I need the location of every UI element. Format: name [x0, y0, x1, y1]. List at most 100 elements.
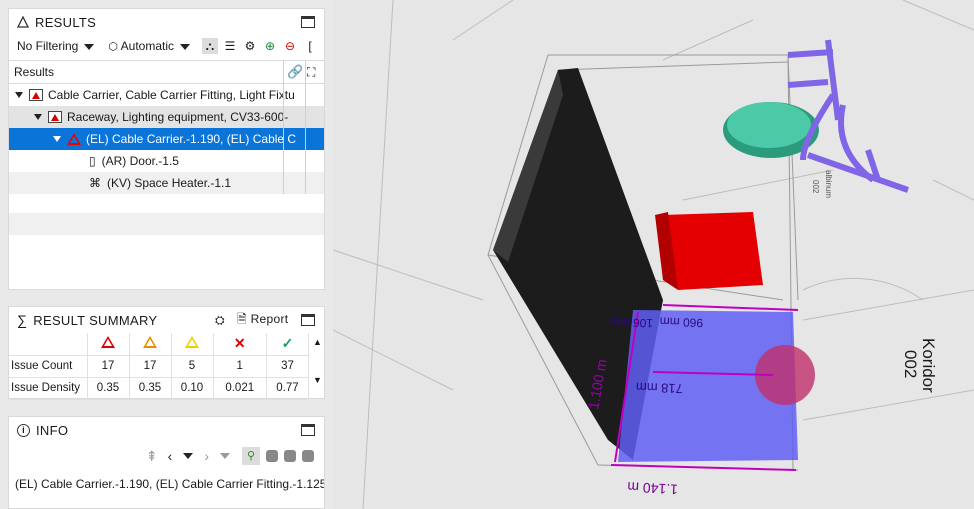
filter-label: No Filtering [17, 39, 79, 53]
filter-dropdown[interactable]: No Filtering [17, 39, 95, 53]
list-item-label: (KV) Space Heater.-1.1 [107, 176, 232, 190]
cube-icon: ⬡ [108, 41, 118, 53]
dim-inner-label: 718 mm [636, 380, 683, 397]
mode-dropdown[interactable]: ⬡ Automatic [108, 39, 190, 53]
heater-icon: ⌘ [89, 176, 101, 190]
summary-title: RESULT SUMMARY [33, 312, 158, 328]
issue-group-icon [48, 111, 62, 123]
expand-icon[interactable] [34, 114, 42, 120]
heater-shape [663, 212, 763, 290]
info-title: INFO [36, 422, 69, 438]
minor-icon [185, 336, 199, 349]
group-icon[interactable]: ⚲ [242, 447, 260, 465]
issue-density-label: Issue Density [9, 376, 88, 400]
small-room-label2: albinum [824, 170, 833, 198]
door-icon: ▯ [89, 154, 96, 168]
list-item-label: Raceway, Lighting equipment, CV33-600- [67, 110, 289, 124]
small-room-label: 002 [811, 180, 820, 194]
3d-viewport[interactable]: 1.100 m 1.140 m 718 mm 960 mm 106 mm Kor… [333, 0, 974, 509]
results-header: RESULTS [9, 9, 324, 35]
list-item[interactable]: ⌘ (KV) Space Heater.-1.1 [9, 172, 324, 194]
summary-header: ∑ RESULT SUMMARY ⛭ 🗎 Report [9, 307, 324, 333]
list-view-icon[interactable]: ☰ [222, 38, 238, 54]
table-cell: 1 [212, 354, 267, 378]
results-toolbar: No Filtering ⬡ Automatic ⛬ ☰ ⚙ ⊕ ⊖ [ [9, 35, 324, 57]
results-column-header: Results 🔗 ⛶ [9, 60, 324, 84]
expand-icon[interactable] [15, 92, 23, 98]
chevron-down-icon[interactable] [220, 453, 230, 459]
settings-icon[interactable]: ⚙ [242, 38, 258, 54]
list-item-label: (AR) Door.-1.5 [101, 154, 179, 168]
critical-icon [101, 336, 115, 349]
info-header: i INFO [9, 417, 324, 443]
error-icon: ✕ [233, 335, 246, 352]
link-icon[interactable]: 🔗 [287, 64, 303, 80]
tree-view-icon[interactable]: ⛬ [202, 38, 218, 54]
bag-icon[interactable] [284, 450, 296, 462]
list-item-label: (EL) Cable Carrier.-1.190, (EL) Cable C [86, 132, 297, 146]
results-column-label: Results [14, 65, 55, 79]
table-row: Issue Count 17 17 5 1 37 [9, 354, 310, 378]
previous-icon[interactable]: ‹ [168, 448, 173, 464]
maximize-icon[interactable] [301, 314, 315, 326]
info-toolbar: ⇞ ‹ › ⚲ [9, 443, 324, 469]
list-item-label: Cable Carrier, Cable Carrier Fitting, Li… [48, 88, 295, 102]
info-selection-text: (EL) Cable Carrier.-1.190, (EL) Cable Ca… [15, 477, 324, 491]
dim-width-label: 1.140 m [627, 479, 678, 498]
summary-scrollbar[interactable]: ▲ ▼ [313, 337, 323, 397]
chevron-down-icon [180, 43, 190, 50]
more-icon[interactable]: [ [302, 38, 318, 54]
warning-outline-icon [17, 16, 29, 28]
table-cell: 0.021 [212, 376, 267, 400]
room-label: Koridor [919, 338, 938, 393]
list-item[interactable]: Cable Carrier, Cable Carrier Fitting, Li… [9, 84, 324, 106]
dim-top2-label: 106 mm [609, 315, 653, 331]
list-item[interactable]: ▯ (AR) Door.-1.5 [9, 150, 324, 172]
3d-scene: 1.100 m 1.140 m 718 mm 960 mm 106 mm Kor… [333, 0, 974, 509]
table-cell: 0.77 [265, 376, 310, 400]
result-summary-panel: ∑ RESULT SUMMARY ⛭ 🗎 Report ✕ ✓ Issue Co… [8, 306, 325, 400]
report-icon: 🗎 [237, 311, 247, 326]
table-cell: 0.35 [128, 376, 172, 400]
info-icon: i [17, 423, 30, 437]
room-number: 002 [901, 350, 920, 378]
results-panel: RESULTS No Filtering ⬡ Automatic ⛬ ☰ ⚙ ⊕… [8, 8, 325, 290]
first-icon[interactable]: ⇞ [146, 448, 158, 465]
table-cell: 0.10 [170, 376, 214, 400]
remove-icon[interactable]: ⊖ [282, 38, 298, 54]
focus-icon[interactable]: ⛶ [307, 65, 315, 80]
add-icon[interactable]: ⊕ [262, 38, 278, 54]
list-item[interactable]: Raceway, Lighting equipment, CV33-600- [9, 106, 324, 128]
report-label: Report [250, 311, 289, 326]
table-cell: 0.35 [86, 376, 130, 400]
dim-top-label: 960 mm [659, 314, 703, 330]
summary-table: ✕ ✓ Issue Count 17 17 5 1 37 Issue Densi… [9, 333, 310, 400]
issue-group-icon [29, 89, 43, 101]
next-icon[interactable]: › [204, 448, 209, 464]
maximize-icon[interactable] [301, 424, 315, 436]
table-cell: 17 [86, 354, 130, 378]
mode-label: Automatic [120, 39, 174, 53]
table-row: Issue Density 0.35 0.35 0.10 0.021 0.77 [9, 376, 310, 400]
report-button[interactable]: 🗎 Report [237, 310, 288, 331]
scroll-down-icon[interactable]: ▼ [313, 375, 323, 385]
ok-icon: ✓ [281, 335, 294, 352]
bag-icon[interactable] [302, 450, 314, 462]
chevron-down-icon[interactable] [183, 453, 194, 459]
list-item-selected[interactable]: (EL) Cable Carrier.-1.190, (EL) Cable C [9, 128, 324, 150]
issue-count-label: Issue Count [9, 354, 88, 378]
info-panel: i INFO ⇞ ‹ › ⚲ (EL) Cable Carrier.-1.190… [8, 416, 325, 509]
expand-icon[interactable] [53, 136, 61, 142]
chevron-down-icon [84, 43, 95, 50]
sigma-icon: ∑ [17, 312, 28, 328]
maximize-icon[interactable] [301, 16, 315, 28]
results-title: RESULTS [35, 14, 97, 30]
table-cell: 37 [265, 354, 310, 378]
table-cell: 5 [170, 354, 214, 378]
bag-icon[interactable] [266, 450, 278, 462]
clash-icon [67, 133, 81, 145]
table-cell: 17 [128, 354, 172, 378]
major-icon [143, 336, 157, 349]
scroll-up-icon[interactable]: ▲ [313, 337, 323, 347]
settings-badge-icon[interactable]: ⛭ [215, 313, 225, 328]
